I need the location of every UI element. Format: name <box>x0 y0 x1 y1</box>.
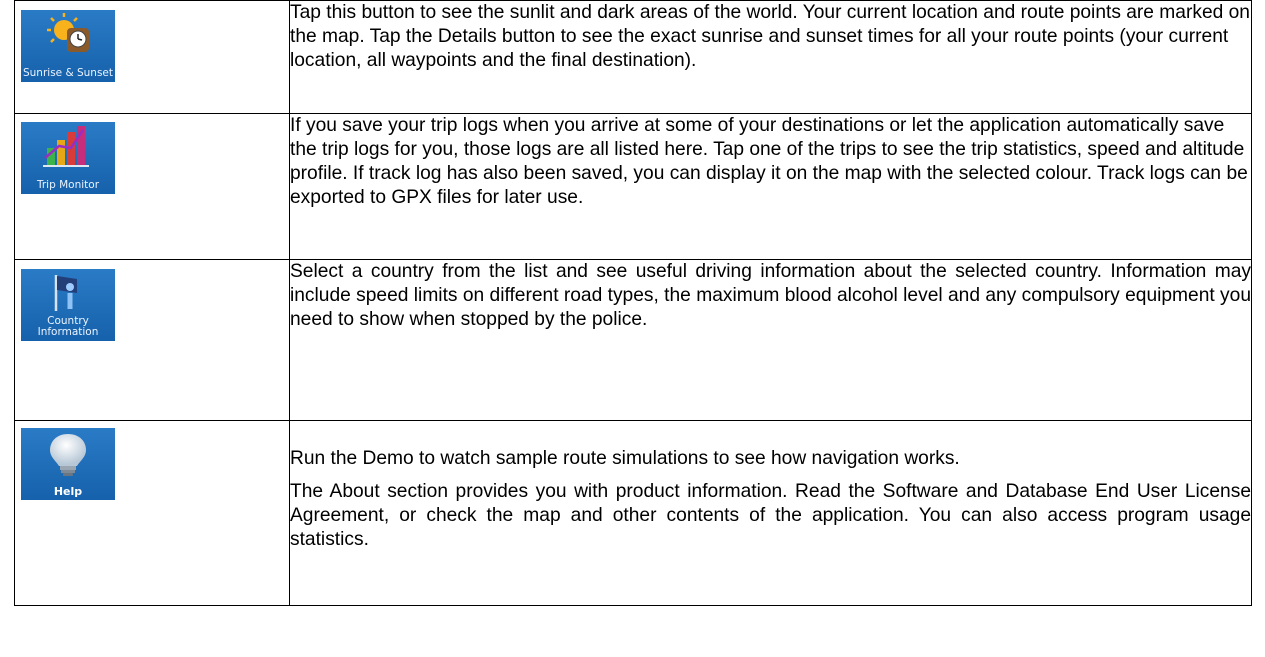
tile-label: Sunrise & Sunset <box>22 67 114 79</box>
description-cell: Run the Demo to watch sample route simul… <box>289 420 1252 606</box>
description-text: Select a country from the list and see u… <box>290 261 1251 330</box>
trip-monitor-button[interactable]: Trip Monitor <box>21 122 115 194</box>
tile-label: Trip Monitor <box>36 179 100 191</box>
table-row: Trip Monitor If you save your trip logs … <box>14 113 1252 260</box>
country-information-icon <box>54 275 77 311</box>
icon-cell: Country Information <box>14 259 290 421</box>
description-text: Run the Demo to watch sample route simul… <box>290 448 960 469</box>
trip-monitor-icon <box>43 126 89 167</box>
description-cell: Select a country from the list and see u… <box>289 259 1252 421</box>
tile-label: Help <box>53 485 83 498</box>
help-button[interactable]: Help <box>21 428 115 500</box>
feature-table: Sunrise & Sunset Tap this button to see … <box>14 0 1252 606</box>
icon-cell: Trip Monitor <box>14 113 290 260</box>
country-information-button[interactable]: Country Information <box>21 269 115 341</box>
icon-cell: Sunrise & Sunset <box>14 0 290 114</box>
table-row: Sunrise & Sunset Tap this button to see … <box>14 0 1252 114</box>
table-row: Country Information Select a country fro… <box>14 259 1252 421</box>
sunrise-sunset-button[interactable]: Sunrise & Sunset <box>21 10 115 82</box>
description-text: The About section provides you with prod… <box>290 481 1251 550</box>
tile-label: Country Information <box>37 315 99 338</box>
description-cell: Tap this button to see the sunlit and da… <box>289 0 1252 114</box>
description-text: If you save your trip logs when you arri… <box>290 115 1248 208</box>
help-lightbulb-icon <box>50 434 86 476</box>
icon-cell: Help <box>14 420 290 606</box>
description-text: Tap this button to see the sunlit and da… <box>290 2 1250 71</box>
description-cell: If you save your trip logs when you arri… <box>289 113 1252 260</box>
table-row: Help Run the Demo to watch sample route … <box>14 420 1252 606</box>
sunrise-sunset-icon <box>47 13 89 52</box>
